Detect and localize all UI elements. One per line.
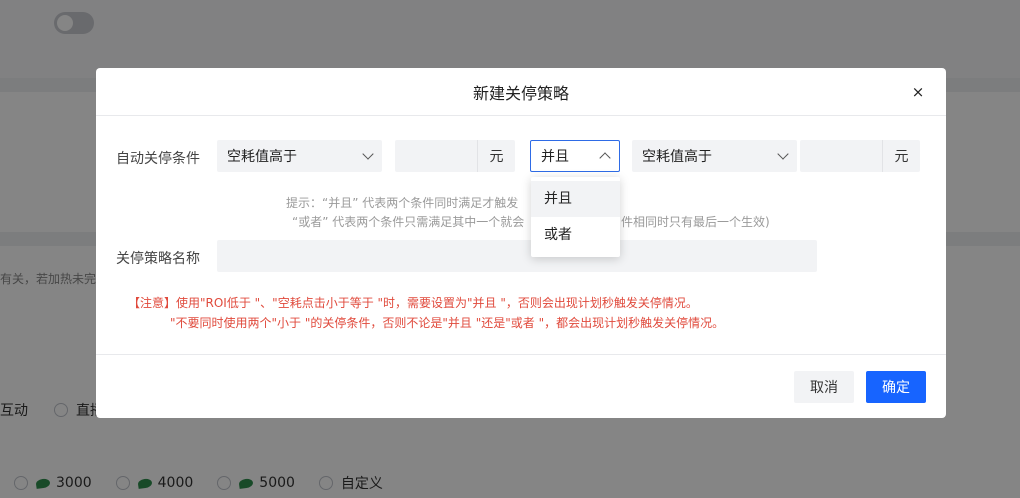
condition1-select[interactable]: 空耗值高于: [217, 140, 382, 172]
chevron-down-icon: [777, 148, 789, 160]
cancel-button[interactable]: 取消: [794, 371, 854, 403]
dropdown-option-or[interactable]: 或者: [531, 217, 620, 253]
condition1-select-value: 空耗值高于: [227, 149, 297, 165]
modal-footer: 取消 确定: [96, 354, 946, 418]
strategy-name-label: 关停策略名称: [116, 251, 200, 267]
logic-select[interactable]: 并且: [530, 140, 620, 172]
warning-line-2: "不要同时使用两个"小于 "的关停条件，否则不论是"并且 "还是"或者 "，都会…: [170, 316, 725, 330]
chevron-down-icon: [362, 148, 374, 160]
warning-line-1: 【注意】使用"ROI低于 "、"空耗点击小于等于 "时，需要设置为"并且 "，否…: [128, 296, 698, 310]
condition1-value-field[interactable]: [395, 140, 477, 172]
close-icon[interactable]: ×: [908, 82, 928, 102]
tip-line-1: 提示：“并且” 代表两个条件同时满足才触发: [286, 196, 519, 210]
logic-dropdown-menu: 并且 或者: [531, 177, 620, 257]
new-shutdown-strategy-dialog: 新建关停策略 × 自动关停条件 空耗值高于 元 并且 空耗值高于 元 提示：“并…: [96, 68, 946, 418]
condition2-amount-input[interactable]: 元: [800, 140, 920, 172]
condition2-select-value: 空耗值高于: [642, 149, 712, 165]
dropdown-option-and[interactable]: 并且: [531, 181, 620, 217]
condition1-amount-input[interactable]: 元: [395, 140, 515, 172]
confirm-button[interactable]: 确定: [866, 371, 926, 403]
modal-header: 新建关停策略 ×: [96, 68, 946, 116]
logic-select-value: 并且: [541, 149, 569, 165]
condition2-value-field[interactable]: [800, 140, 882, 172]
tip-line-2-tail: 件相同时只有最后一个生效): [621, 215, 770, 229]
tip-line-2: “或者” 代表两个条件只需满足其中一个就会: [292, 215, 525, 229]
strategy-name-input[interactable]: [217, 240, 817, 272]
condition1-unit: 元: [477, 140, 515, 172]
chevron-up-icon: [599, 152, 611, 164]
condition2-unit: 元: [882, 140, 920, 172]
condition2-select[interactable]: 空耗值高于: [632, 140, 797, 172]
modal-title: 新建关停策略: [472, 83, 569, 103]
condition-label: 自动关停条件: [116, 151, 200, 167]
